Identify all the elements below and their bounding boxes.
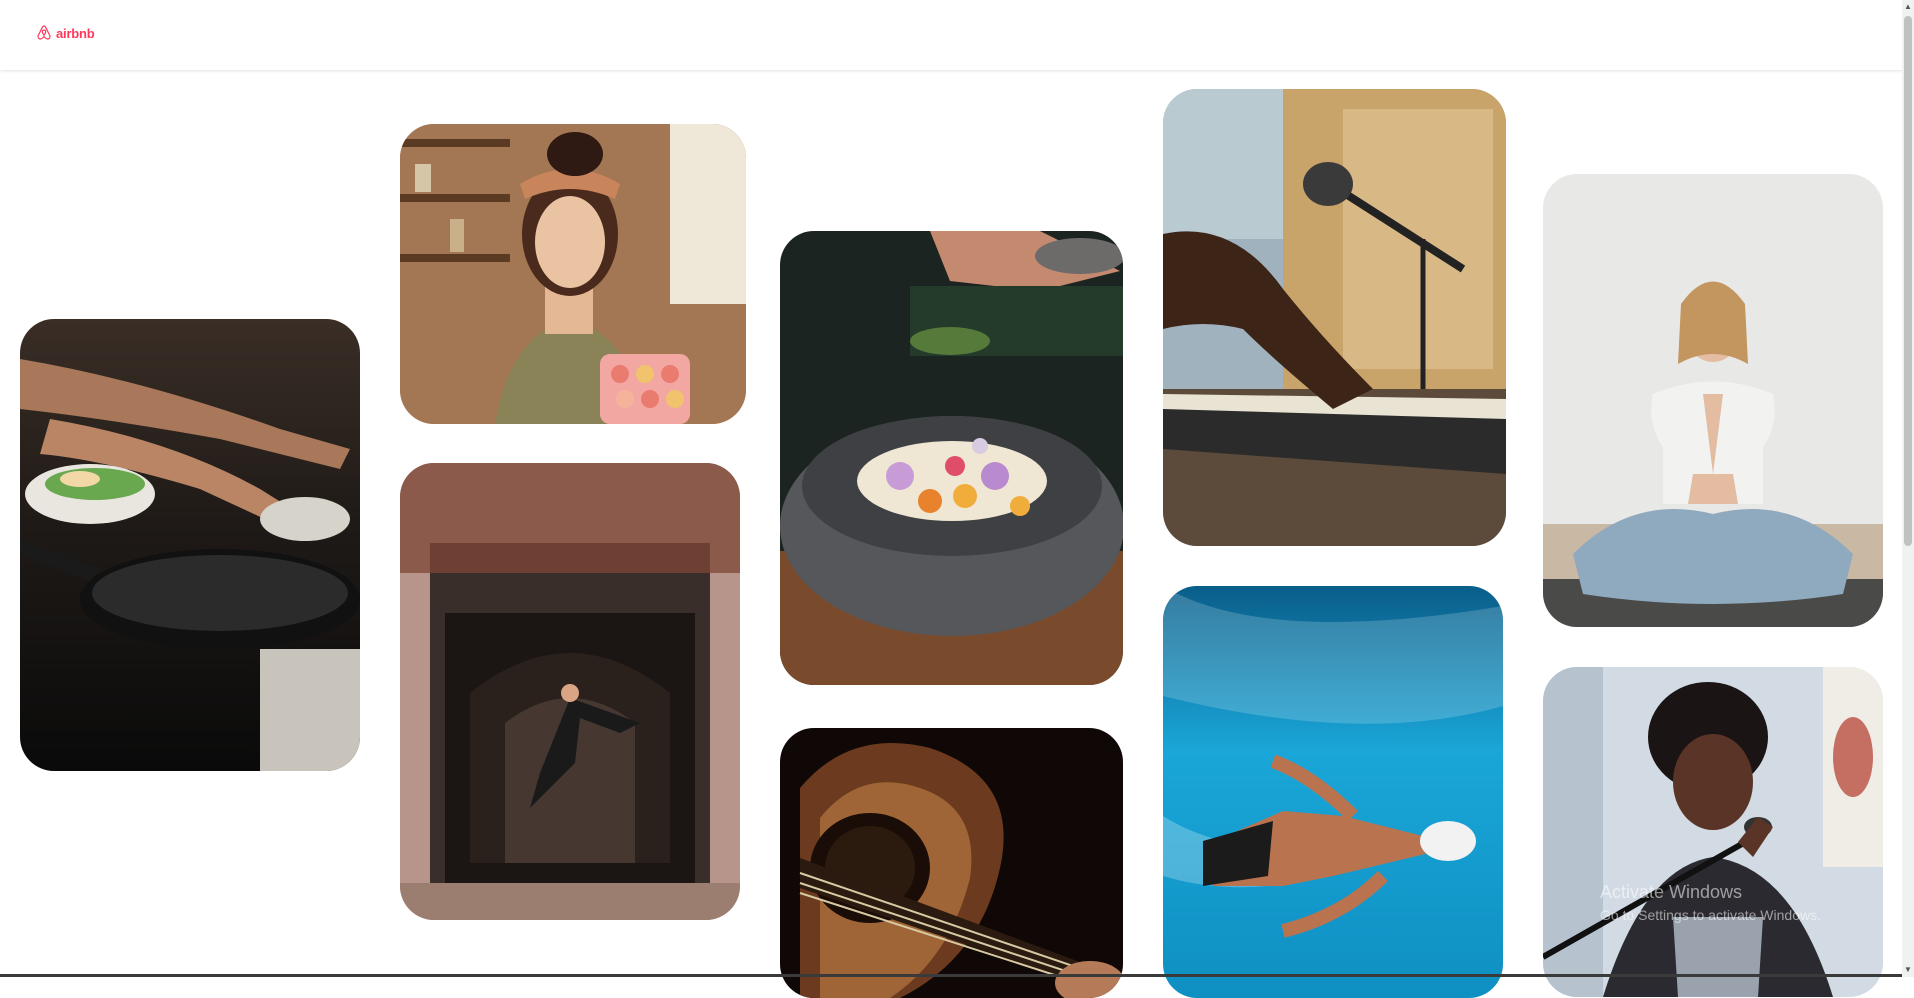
tile-dancer[interactable] <box>400 463 740 920</box>
tile-cooking-class[interactable] <box>20 319 360 771</box>
windows-activation-watermark: Activate Windows Go to Settings to activ… <box>1600 882 1821 923</box>
tile-food-bowl[interactable] <box>780 231 1123 685</box>
logo-text: airbnb <box>56 25 95 41</box>
scroll-down-icon[interactable]: ▼ <box>1902 963 1914 977</box>
tile-singer[interactable] <box>1543 667 1883 997</box>
airbnb-logo-icon <box>37 25 51 40</box>
top-header: airbnb <box>0 0 1902 70</box>
airbnb-logo[interactable]: airbnb <box>36 24 95 42</box>
tile-baker[interactable] <box>400 124 746 424</box>
watermark-subtitle: Go to Settings to activate Windows. <box>1600 907 1821 923</box>
watermark-title: Activate Windows <box>1600 882 1743 902</box>
scroll-thumb[interactable] <box>1904 16 1912 546</box>
tile-swimmer[interactable] <box>1163 586 1503 998</box>
vertical-scrollbar[interactable]: ▲ ▼ <box>1902 0 1914 977</box>
scroll-up-icon[interactable]: ▲ <box>1902 0 1914 14</box>
tile-yoga[interactable] <box>1543 174 1883 627</box>
tile-pianist[interactable] <box>1163 89 1506 546</box>
tile-guitar[interactable] <box>780 728 1123 998</box>
